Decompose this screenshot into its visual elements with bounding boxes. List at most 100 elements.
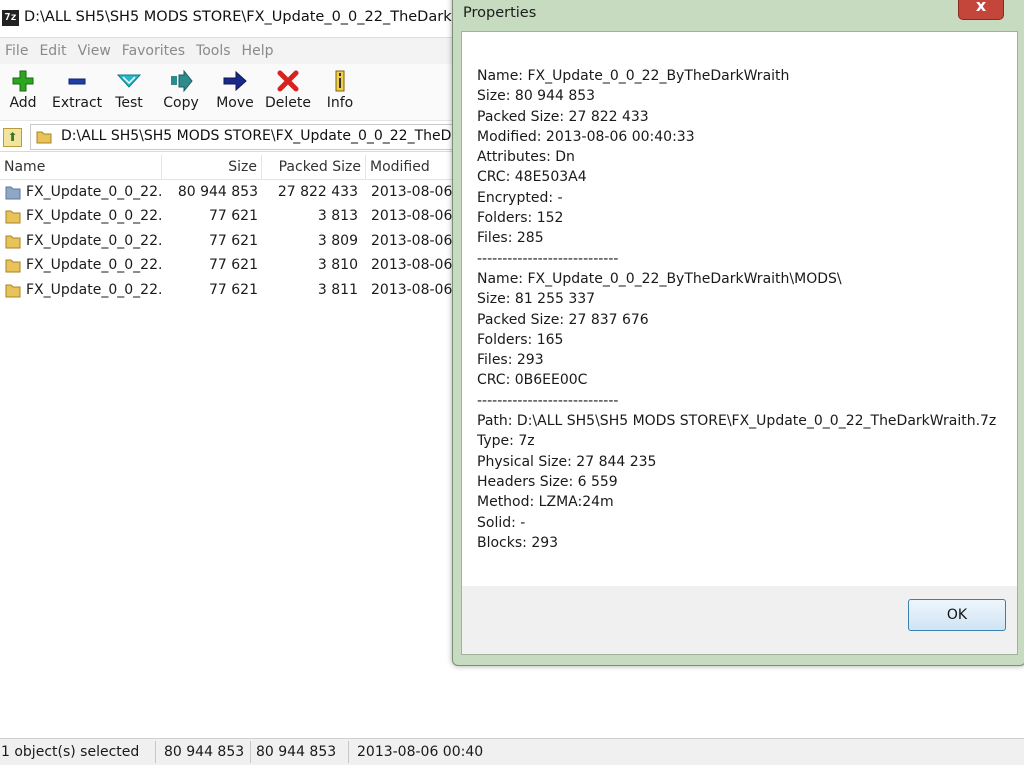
status-packed: 80 944 853 (256, 744, 337, 760)
property-line: Modified: 2013-08-06 00:40:33 (477, 128, 695, 145)
file-modified: 2013-08-06. (371, 257, 457, 273)
ok-button[interactable]: OK (908, 599, 1006, 631)
column-modified[interactable]: Modified (366, 155, 460, 179)
file-packed-size: 3 813 (317, 208, 358, 224)
file-modified: 2013-08-06. (371, 282, 457, 298)
menu-edit[interactable]: Edit (39, 38, 66, 64)
folder-icon (5, 284, 21, 298)
status-selected: 1 object(s) selected (1, 744, 140, 760)
property-line: Type: 7z (477, 433, 535, 450)
property-line: Blocks: 293 (477, 534, 559, 551)
property-line: Size: 80 944 853 (477, 88, 596, 105)
column-size[interactable]: Size (162, 155, 262, 179)
copy-label: Copy (163, 95, 199, 111)
property-line: Encrypted: - (477, 189, 563, 206)
dialog-footer: OK (461, 586, 1018, 655)
status-modified: 2013-08-06 00:40 (357, 744, 484, 760)
check-chevron-icon (112, 68, 146, 94)
status-divider (155, 741, 156, 763)
properties-body: Name: FX_Update_0_0_22_ByTheDarkWraith Si… (461, 31, 1018, 587)
move-button[interactable]: Move (214, 68, 256, 111)
file-packed-size: 3 809 (317, 233, 358, 249)
address-path: D:\ALL SH5\SH5 MODS STORE\FX_Update_0_0_… (61, 128, 462, 144)
property-line: Folders: 152 (477, 210, 564, 227)
status-divider (348, 741, 349, 763)
minus-icon (52, 68, 102, 94)
file-size: 77 621 (209, 257, 258, 273)
property-line: Physical Size: 27 844 235 (477, 453, 657, 470)
property-line: Packed Size: 27 822 433 (477, 108, 649, 125)
file-modified: 2013-08-06. (371, 233, 457, 249)
address-bar: ⬆ D:\ALL SH5\SH5 MODS STORE\FX_Update_0_… (0, 121, 462, 152)
property-line: Folders: 165 (477, 331, 564, 348)
up-folder-icon[interactable]: ⬆ (3, 128, 22, 147)
file-size: 77 621 (209, 282, 258, 298)
property-line: Method: LZMA:24m (477, 494, 614, 511)
toolbar: Add Extract Test Copy Move Delete Info (0, 64, 460, 121)
folder-icon (5, 235, 21, 249)
property-line: CRC: 0B6EE00C (477, 372, 588, 389)
address-field[interactable]: D:\ALL SH5\SH5 MODS STORE\FX_Update_0_0_… (30, 124, 462, 150)
column-packed-size[interactable]: Packed Size (262, 155, 366, 179)
extract-label: Extract (52, 95, 103, 111)
file-name: FX_Update_0_0_22... (26, 257, 162, 273)
property-line: Size: 81 255 337 (477, 291, 596, 308)
info-icon (324, 68, 356, 94)
close-icon: x (975, 0, 987, 15)
properties-separator: ---------------------------- (477, 250, 619, 267)
property-line: Files: 285 (477, 230, 544, 247)
menu-bar: File Edit View Favorites Tools Help (0, 38, 460, 64)
property-line: Solid: - (477, 514, 526, 531)
file-row[interactable]: FX_Update_0_0_22... 80 944 853 27 822 43… (0, 180, 460, 204)
file-row[interactable]: FX_Update_0_0_22... 77 621 3 809 2013-08… (0, 229, 460, 253)
test-label: Test (115, 95, 143, 111)
file-size: 77 621 (209, 233, 258, 249)
folder-icon (5, 186, 21, 200)
file-row[interactable]: FX_Update_0_0_22... 77 621 3 811 2013-08… (0, 278, 460, 302)
menu-tools[interactable]: Tools (196, 38, 231, 64)
property-line: Files: 293 (477, 352, 544, 369)
delete-label: Delete (265, 95, 311, 111)
menu-view[interactable]: View (78, 38, 111, 64)
copy-arrow-icon (161, 68, 201, 94)
test-button[interactable]: Test (112, 68, 146, 111)
file-modified: 2013-08-06. (371, 184, 457, 200)
folder-icon (5, 210, 21, 224)
file-packed-size: 3 811 (317, 282, 358, 298)
delete-button[interactable]: Delete (264, 68, 312, 111)
info-label: Info (326, 95, 354, 111)
property-line: Attributes: Dn (477, 149, 575, 166)
add-label: Add (9, 95, 37, 111)
property-line: Name: FX_Update_0_0_22_ByTheDarkWraith\M… (477, 270, 842, 287)
file-row[interactable]: FX_Update_0_0_22... 77 621 3 810 2013-08… (0, 253, 460, 277)
file-row[interactable]: FX_Update_0_0_22... 77 621 3 813 2013-08… (0, 204, 460, 228)
folder-icon (36, 131, 52, 144)
menu-help[interactable]: Help (242, 38, 274, 64)
add-button[interactable]: Add (6, 68, 40, 111)
file-packed-size: 3 810 (317, 257, 358, 273)
menu-favorites[interactable]: Favorites (122, 38, 185, 64)
properties-separator: ---------------------------- (477, 392, 619, 409)
property-line: Headers Size: 6 559 (477, 473, 618, 490)
move-arrow-icon (214, 68, 256, 94)
properties-dialog: Properties x Name: FX_Update_0_0_22_ByTh… (452, 0, 1024, 666)
status-bar: 1 object(s) selected 80 944 853 80 944 8… (0, 738, 1024, 765)
plus-icon (6, 68, 40, 94)
extract-button[interactable]: Extract (52, 68, 102, 111)
column-name[interactable]: Name (0, 155, 162, 179)
dialog-title: Properties (463, 5, 537, 21)
column-header: Name Size Packed Size Modified (0, 155, 460, 180)
info-button[interactable]: Info (324, 68, 356, 111)
file-size: 80 944 853 (177, 184, 258, 200)
file-name: FX_Update_0_0_22... (26, 233, 162, 249)
copy-button[interactable]: Copy (161, 68, 201, 111)
file-name: FX_Update_0_0_22... (26, 208, 162, 224)
menu-file[interactable]: File (5, 38, 28, 64)
file-name: FX_Update_0_0_22... (26, 184, 162, 200)
file-modified: 2013-08-06. (371, 208, 457, 224)
close-button[interactable]: x (958, 0, 1004, 20)
properties-list: Name: FX_Update_0_0_22_ByTheDarkWraith Si… (477, 66, 996, 553)
property-line: Path: D:\ALL SH5\SH5 MODS STORE\FX_Updat… (477, 413, 997, 430)
delete-x-icon (264, 68, 312, 94)
property-line: Name: FX_Update_0_0_22_ByTheDarkWraith (477, 68, 790, 84)
